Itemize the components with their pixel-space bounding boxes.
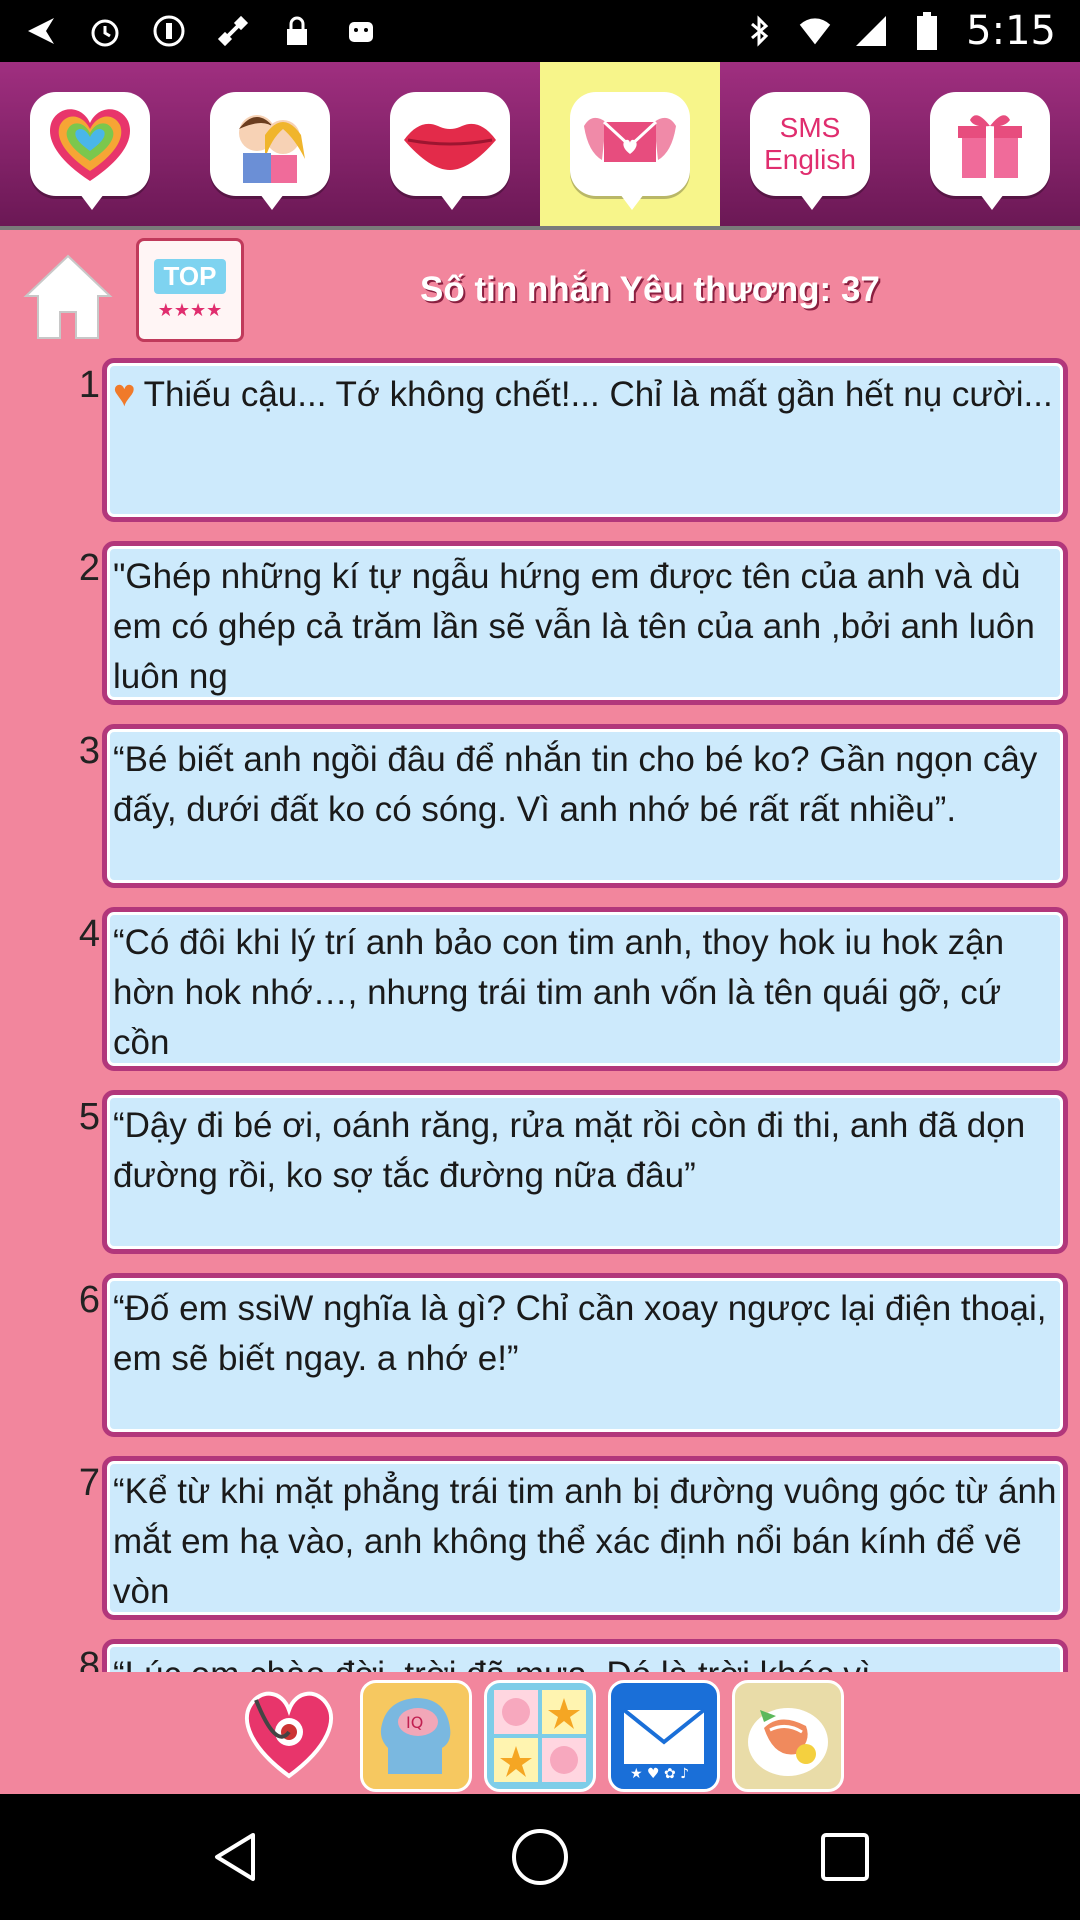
tab-envelope[interactable] (540, 62, 720, 226)
item-number: 5 (78, 1096, 100, 1138)
list-item[interactable]: 7 “Kể từ khi mặt phẳng trái tim anh bị đ… (0, 1456, 1080, 1620)
head-iq-icon: IQ (380, 1698, 451, 1774)
wifi-icon (798, 14, 832, 48)
food-app[interactable] (732, 1680, 844, 1792)
envelope-icon: ★ ♥ ✿ ♪ (622, 1708, 706, 1782)
home-button[interactable] (22, 250, 114, 342)
message-card[interactable]: “Bé biết anh ngồi đâu để nhắn tin cho bé… (102, 724, 1068, 888)
svg-text:IQ: IQ (406, 1713, 423, 1732)
item-number: 1 (78, 364, 100, 406)
item-number: 4 (78, 913, 100, 955)
couple-icon (210, 92, 330, 210)
home-icon (23, 254, 113, 339)
home-nav-button[interactable] (507, 1824, 573, 1890)
alarm-icon (88, 14, 122, 48)
list-item[interactable]: 2 "Ghép những kí tự ngẫu hứng em được tê… (0, 541, 1080, 705)
list-item[interactable]: 1 ♥ Thiếu cậu... Tớ không chết!... Chỉ là… (0, 358, 1080, 522)
back-triangle-icon (215, 1833, 255, 1881)
clock: 5:15 (966, 8, 1056, 54)
message-text: “Có đôi khi lý trí anh bảo con tim anh, … (113, 923, 1005, 1062)
top-label: TOP (153, 259, 227, 294)
recents-square-icon (821, 1833, 869, 1881)
item-number: 3 (78, 730, 100, 772)
message-text: “Kể từ khi mặt phẳng trái tim anh bị đườ… (113, 1472, 1057, 1611)
android-icon (344, 14, 378, 48)
battery-icon (910, 12, 944, 50)
tab-couple[interactable] (180, 62, 360, 226)
message-text: “Lúc em chào đời, trời đã mưa. Đó là trờ… (113, 1650, 1057, 1672)
item-number: 6 (78, 1279, 100, 1321)
item-number: 7 (78, 1462, 100, 1504)
system-nav-bar (0, 1794, 1080, 1920)
list-item[interactable]: 3 “Bé biết anh ngồi đâu để nhắn tin cho … (0, 724, 1080, 888)
recents-button[interactable] (812, 1824, 878, 1890)
message-text: “Dậy đi bé ơi, oánh răng, rửa mặt rồi cò… (113, 1106, 1026, 1195)
message-card[interactable]: “Đố em ssiW nghĩa là gì? Chỉ cần xoay ng… (102, 1273, 1068, 1437)
back-arrow-icon (24, 14, 58, 48)
main-content: TOP ★★★★ Số tin nhắn Yêu thương: 37 1 ♥ T… (0, 230, 1080, 1672)
lips-icon (390, 92, 510, 210)
message-text: “Bé biết anh ngồi đâu để nhắn tin cho bé… (113, 740, 1038, 829)
rainbow-heart-icon (30, 92, 150, 210)
sms-english-label: SMS English (764, 112, 856, 175)
tab-lips[interactable] (360, 62, 540, 226)
stethoscope-heart-app[interactable] (236, 1680, 342, 1786)
category-bar: SMS English (0, 62, 1080, 230)
message-count-title: Số tin nhắn Yêu thương: 37 (420, 270, 880, 309)
home-circle-icon (512, 1829, 568, 1885)
list-item[interactable]: 5 “Dậy đi bé ơi, oánh răng, rửa mặt rồi … (0, 1090, 1080, 1254)
message-text-container: ♥ Thiếu cậu... Tớ không chết!... Chỉ là m… (113, 369, 1057, 519)
status-bar: 5:15 (0, 0, 1080, 62)
stethoscope-heart-icon (245, 1691, 333, 1779)
list-item[interactable]: 4 “Có đôi khi lý trí anh bảo con tim anh… (0, 907, 1080, 1071)
back-button[interactable] (204, 1824, 270, 1890)
sms-english-icon: SMS English (750, 92, 870, 210)
tab-sms-english[interactable]: SMS English (720, 62, 900, 226)
winged-envelope-icon (570, 92, 690, 210)
message-card[interactable]: "Ghép những kí tự ngẫu hứng em được tên … (102, 541, 1068, 705)
message-card[interactable]: “Dậy đi bé ơi, oánh răng, rửa mặt rồi cò… (102, 1090, 1068, 1254)
svg-text:★ ♥ ✿ ♪: ★ ♥ ✿ ♪ (630, 1766, 689, 1782)
message-card[interactable]: “Lúc em chào đời, trời đã mưa. Đó là trờ… (102, 1639, 1068, 1672)
heart-icon: ♥ (113, 373, 136, 415)
list-header: TOP ★★★★ Số tin nhắn Yêu thương: 37 (0, 230, 1080, 350)
message-card[interactable]: “Kể từ khi mặt phẳng trái tim anh bị đườ… (102, 1456, 1068, 1620)
gift-icon (930, 92, 1050, 210)
tab-gift[interactable] (900, 62, 1080, 226)
message-card[interactable]: “Có đôi khi lý trí anh bảo con tim anh, … (102, 907, 1068, 1071)
stars-icon: ★★★★ (157, 300, 223, 320)
promo-app-bar: IQ ★ ♥ ✿ ♪ (0, 1672, 1080, 1794)
satellite-icon (216, 14, 250, 48)
tab-love-heart[interactable] (0, 62, 180, 226)
message-card[interactable]: ♥ Thiếu cậu... Tớ không chết!... Chỉ là m… (102, 358, 1068, 522)
top-button[interactable]: TOP ★★★★ (136, 238, 244, 342)
list-item[interactable]: 8 “Lúc em chào đời, trời đã mưa. Đó là t… (0, 1639, 1080, 1672)
item-number: 2 (78, 547, 100, 589)
bluetooth-icon (742, 14, 776, 48)
list-item[interactable]: 6 “Đố em ssiW nghĩa là gì? Chỉ cần xoay … (0, 1273, 1080, 1437)
game-tiles-icon (494, 1690, 586, 1782)
message-text: “Đố em ssiW nghĩa là gì? Chỉ cần xoay ng… (113, 1289, 1047, 1378)
mail-app[interactable]: ★ ♥ ✿ ♪ (608, 1680, 720, 1792)
pig-star-game-app[interactable] (484, 1680, 596, 1792)
lock-icon (280, 14, 314, 48)
salmon-plate-icon (748, 1708, 828, 1776)
iq-app[interactable]: IQ (360, 1680, 472, 1792)
message-text: Thiếu cậu... Tớ không chết!... Chỉ là mấ… (143, 375, 1053, 414)
info-icon (152, 14, 186, 48)
signal-icon (854, 14, 888, 48)
item-number: 8 (78, 1645, 100, 1672)
message-text: "Ghép những kí tự ngẫu hứng em được tên … (113, 557, 1035, 696)
